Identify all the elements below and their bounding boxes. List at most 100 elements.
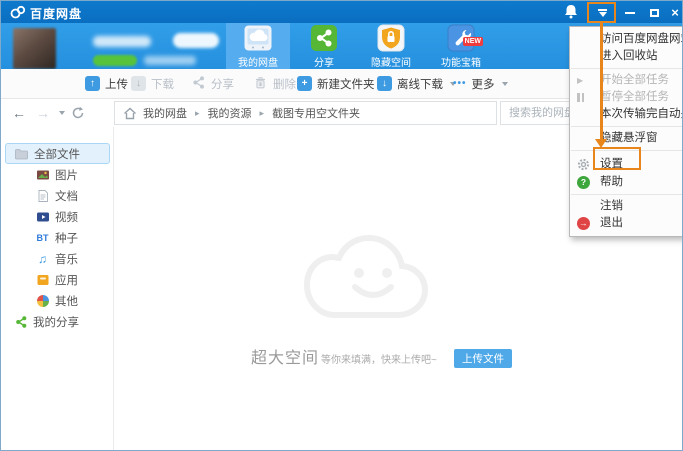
annotation-arrow-line <box>600 23 603 140</box>
menu-item-hide-float-window[interactable]: 隐藏悬浮窗 <box>570 130 682 147</box>
app-logo-icon <box>10 4 26 20</box>
annotation-box-settings <box>593 147 641 170</box>
sidebar-label: 种子 <box>55 232 78 245</box>
sidebar-item-apps[interactable]: 应用 <box>1 269 113 290</box>
sidebar-label: 其他 <box>55 295 78 308</box>
back-button[interactable]: ← <box>9 99 29 127</box>
delete-label: 删除 <box>273 78 296 91</box>
sidebar-item-all-files[interactable]: 全部文件 <box>5 143 110 164</box>
sidebar-item-my-shares[interactable]: 我的分享 <box>1 311 113 332</box>
menu-label: 隐藏悬浮窗 <box>600 132 658 144</box>
music-note-icon: ♫ <box>38 251 47 266</box>
minimize-button[interactable] <box>620 4 640 21</box>
help-icon: ? <box>577 174 590 191</box>
menu-divider <box>571 126 682 127</box>
more-label: 更多 <box>471 78 495 91</box>
notification-bell-icon[interactable] <box>562 3 580 21</box>
new-badge: NEW <box>462 37 483 46</box>
menu-item-recycle-bin[interactable]: 进入回收站 <box>570 48 682 65</box>
trash-icon <box>253 75 268 93</box>
user-avatar[interactable] <box>13 28 56 69</box>
menu-label: 退出 <box>600 217 623 229</box>
breadcrumb-separator: ▸ <box>259 107 265 118</box>
wrench-toolbox-icon: NEW <box>446 24 483 57</box>
app-box-icon <box>35 272 50 287</box>
title-bar: 百度网盘 × <box>1 1 682 23</box>
empty-state-subtext: 等你来填满，快来上传吧~ <box>321 355 437 366</box>
menu-item-logout[interactable]: 注销 <box>570 198 682 215</box>
user-info-redacted <box>144 56 196 65</box>
bt-icon: BT <box>36 232 49 243</box>
share-button[interactable]: 分享 <box>191 69 234 98</box>
download-button[interactable]: ↓ 下载 <box>131 69 174 98</box>
pause-icon <box>577 89 584 106</box>
upload-icon: ↑ <box>85 76 100 91</box>
titlebar-dropdown-menu: 访问百度网盘网站 进入回收站 ▶ 开始全部任务 暂停全部任务 本次传输完自动关机… <box>569 26 683 237</box>
download-icon: ↓ <box>131 76 146 91</box>
sidebar-item-others[interactable]: 其他 <box>1 290 113 311</box>
sidebar-label: 我的分享 <box>33 316 79 329</box>
sidebar-label: 应用 <box>55 274 78 287</box>
pie-others-icon <box>35 293 50 308</box>
app-title: 百度网盘 <box>30 7 83 21</box>
share-icon <box>309 25 339 57</box>
upload-button[interactable]: ↑ 上传 <box>85 69 128 98</box>
forward-button[interactable]: → <box>33 99 53 127</box>
menu-label: 访问百度网盘网站 <box>600 33 683 45</box>
maximize-button[interactable] <box>644 4 664 21</box>
menu-label: 暂停全部任务 <box>600 91 669 103</box>
more-dots-icon: ••• <box>453 78 467 89</box>
sidebar-label: 视频 <box>55 211 78 224</box>
sidebar-label: 音乐 <box>55 253 78 266</box>
sidebar-item-bt-seeds[interactable]: BT 种子 <box>1 227 113 248</box>
history-chevron-icon[interactable] <box>55 99 67 127</box>
home-icon[interactable] <box>123 107 137 120</box>
breadcrumb-current[interactable]: 截图专用空文件夹 <box>272 105 360 121</box>
new-folder-icon: + <box>297 76 312 91</box>
menu-item-pause-all-tasks[interactable]: 暂停全部任务 <box>570 89 682 106</box>
upload-file-button[interactable]: 上传文件 <box>454 349 512 368</box>
menu-label: 本次传输完自动关机 <box>600 108 682 120</box>
offline-download-icon: ↓ <box>377 76 392 91</box>
sidebar-label: 文档 <box>55 190 78 203</box>
breadcrumb: 我的网盘 ▸ 我的资源 ▸ 截图专用空文件夹 <box>114 101 497 125</box>
sidebar: 全部文件 图片 文档 视频 BT 种子 ♫ 音乐 应用 其他 我的分享 <box>1 127 114 450</box>
share-label: 分享 <box>211 78 234 91</box>
upload-label: 上传 <box>105 78 128 91</box>
tab-my-netdisk[interactable]: 我的网盘 <box>226 23 290 69</box>
empty-cloud-illustration <box>301 223 431 328</box>
offline-download-button[interactable]: ↓ 离线下载 <box>377 69 456 98</box>
close-button[interactable]: × <box>665 4 682 21</box>
user-badge-redacted <box>173 33 219 48</box>
tab-share[interactable]: 分享 <box>292 23 356 69</box>
download-label: 下载 <box>151 78 174 91</box>
sidebar-item-music[interactable]: ♫ 音乐 <box>1 248 113 269</box>
menu-item-help[interactable]: ? 帮助 <box>570 174 682 191</box>
share-icon <box>191 75 206 93</box>
play-icon: ▶ <box>577 76 584 85</box>
menu-divider <box>571 68 682 69</box>
document-icon <box>35 188 50 203</box>
annotation-box-menu-button <box>587 2 616 23</box>
sidebar-item-videos[interactable]: 视频 <box>1 206 113 227</box>
sidebar-item-pictures[interactable]: 图片 <box>1 164 113 185</box>
new-folder-label: 新建文件夹 <box>317 78 375 91</box>
sidebar-label: 图片 <box>55 169 78 182</box>
breadcrumb-root[interactable]: 我的网盘 <box>143 105 187 121</box>
tab-toolbox[interactable]: NEW 功能宝箱 <box>429 23 493 69</box>
refresh-button[interactable] <box>69 99 87 127</box>
menu-item-shutdown-after-transfer[interactable]: 本次传输完自动关机 <box>570 106 682 123</box>
breadcrumb-level1[interactable]: 我的资源 <box>208 105 252 121</box>
menu-item-visit-site[interactable]: 访问百度网盘网站 <box>570 31 683 48</box>
lock-shield-icon <box>376 24 406 57</box>
sidebar-item-documents[interactable]: 文档 <box>1 185 113 206</box>
breadcrumb-separator: ▸ <box>195 107 200 118</box>
menu-label: 帮助 <box>600 176 623 188</box>
new-folder-button[interactable]: + 新建文件夹 <box>297 69 375 98</box>
menu-item-start-all-tasks[interactable]: ▶ 开始全部任务 <box>570 72 682 89</box>
tab-hidden-space[interactable]: 隐藏空间 <box>359 23 423 69</box>
menu-item-exit[interactable]: → 退出 <box>570 215 682 232</box>
delete-button[interactable]: 删除 <box>253 69 296 98</box>
more-button[interactable]: ••• 更多 <box>453 69 508 98</box>
video-icon <box>35 209 50 224</box>
